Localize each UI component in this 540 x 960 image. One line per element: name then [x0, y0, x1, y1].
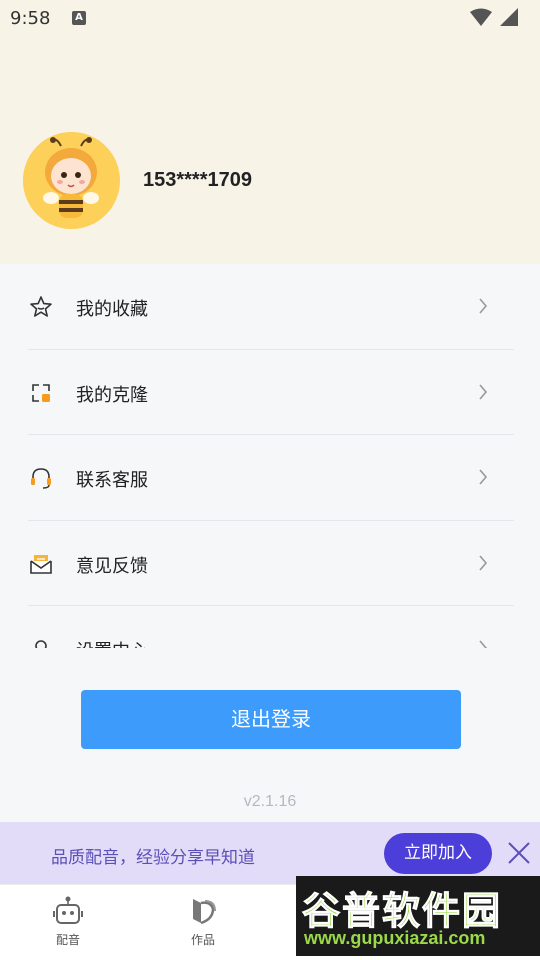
logout-button[interactable]: 退出登录 [81, 690, 461, 749]
tab-label-dubbing: 配音 [55, 933, 80, 947]
menu-item-settings[interactable]: 设置中心 [28, 606, 514, 648]
watermark-url: www.gupuxiazai.com [304, 928, 486, 948]
menu-label-favorites: 我的收藏 [76, 299, 148, 320]
user-phone: 153****1709 [143, 169, 252, 191]
status-bar: 9:58 A [0, 0, 540, 38]
signal-wifi-icon [470, 8, 518, 26]
headset-icon [31, 468, 51, 489]
works-icon [193, 899, 216, 925]
chevron-right-icon [479, 469, 488, 485]
robot-icon [53, 896, 83, 924]
star-icon [30, 296, 52, 317]
settings-icon [35, 640, 47, 648]
tab-works[interactable]: 作品 [168, 895, 238, 948]
menu-item-customer-service[interactable]: 联系客服 [28, 435, 514, 521]
join-now-button[interactable]: 立即加入 [384, 833, 492, 874]
app-version: v2.1.16 [243, 793, 297, 810]
watermark-title: 谷普软件园 [301, 889, 503, 934]
chevron-right-icon [479, 383, 488, 400]
feedback-mail-icon [30, 554, 52, 574]
menu-list: 我的收藏 我的克隆 联系客服 意见反馈 [0, 264, 540, 648]
menu-label-settings: 设置中心 [76, 637, 148, 648]
menu-label-clone: 我的克隆 [76, 384, 148, 406]
site-watermark: 谷普软件园 www.gupuxiazai.com [296, 876, 540, 956]
chevron-right-icon [479, 298, 488, 314]
status-time: 9:58 [10, 8, 51, 29]
tab-dubbing[interactable]: 配音 [33, 895, 103, 948]
bee-avatar-icon [23, 132, 119, 228]
chevron-right-icon [479, 554, 488, 571]
menu-item-feedback[interactable]: 意见反馈 [28, 521, 514, 606]
menu-item-clone[interactable]: 我的克隆 [28, 350, 514, 435]
profile-header: 153****1709 [0, 38, 540, 264]
tab-label-works: 作品 [190, 933, 215, 947]
notification-a-icon: A [72, 11, 86, 25]
menu-label-customer-service: 联系客服 [76, 470, 148, 491]
menu-label-feedback: 意见反馈 [76, 555, 148, 577]
promo-text: 品质配音，经验分享早知道 [51, 848, 255, 868]
close-icon[interactable] [506, 840, 532, 866]
clone-icon [32, 383, 50, 402]
menu-item-favorites[interactable]: 我的收藏 [28, 264, 514, 350]
chevron-right-icon [479, 640, 488, 648]
promo-banner: 品质配音，经验分享早知道 立即加入 [0, 822, 540, 884]
avatar[interactable] [23, 132, 120, 229]
